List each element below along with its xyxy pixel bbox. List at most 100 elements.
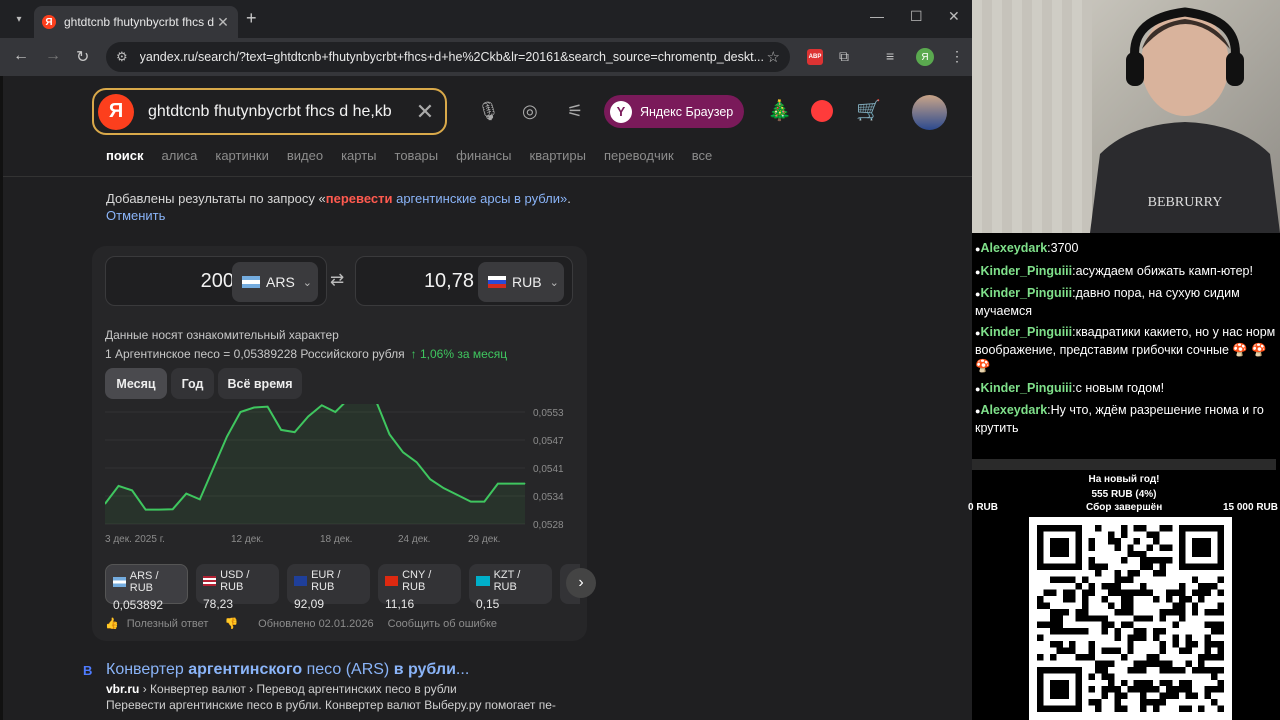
address-bar[interactable]: ⚙ yandex.ru/search/?text=ghtdtcnb+fhutyn… [106, 42, 790, 72]
chart-point[interactable] [497, 483, 499, 485]
pair-cny-rub[interactable]: CNY / RUB 11,16 [378, 564, 461, 611]
back-icon[interactable]: ← [13, 47, 29, 65]
from-amount[interactable]: 200 [201, 270, 234, 293]
adblock-icon[interactable]: ABP [807, 49, 823, 65]
chart-point[interactable] [199, 498, 201, 500]
result-title-link[interactable]: Конвертер аргентинского песо (ARS) в руб… [106, 661, 469, 679]
notice-query[interactable]: аргентинские арсы в рубли» [392, 191, 567, 206]
window-close-icon[interactable]: ✕ [948, 8, 960, 25]
qr-module [1204, 692, 1212, 700]
pair-kzt-rub[interactable]: KZT / RUB 0,15 [469, 564, 552, 611]
reload-icon[interactable]: ↻ [76, 47, 89, 67]
alice-icon[interactable] [811, 100, 833, 122]
chart-point[interactable] [172, 508, 174, 510]
browser-tab-active[interactable]: Я ghtdtcnb fhutynbycrbt fhcs d he,kb ✕ [34, 6, 238, 38]
pair-usd-rub[interactable]: USD / RUB 78,23 [196, 564, 279, 611]
pair-ars-rub[interactable]: ARS / RUB 0,053892 [105, 564, 188, 612]
chart-point[interactable] [145, 509, 147, 511]
filters-icon[interactable]: ⚟ [567, 101, 583, 122]
cart-icon[interactable]: 🛒 [856, 98, 881, 123]
chart-point[interactable] [389, 433, 391, 435]
to-amount-field[interactable]: 10,78 RUB ⌄ [355, 256, 573, 306]
tab-maps[interactable]: карты [341, 148, 376, 163]
chart-point[interactable] [294, 431, 296, 433]
tab-search-icon[interactable]: ▾ [8, 9, 30, 29]
chart-point[interactable] [158, 509, 160, 511]
chart-point[interactable] [416, 461, 418, 463]
result-breadcrumb[interactable]: vbr.ru › Конвертер валют › Перевод арген… [106, 682, 457, 696]
chart-point[interactable] [253, 407, 255, 409]
profile-avatar[interactable]: Я [916, 48, 934, 66]
user-avatar[interactable] [912, 95, 947, 130]
chart-point[interactable] [334, 411, 336, 413]
period-month-button[interactable]: Месяц [105, 368, 167, 399]
period-all-button[interactable]: Всё время [218, 368, 302, 399]
from-amount-field[interactable]: 200 ARS ⌄ [105, 256, 327, 306]
rate-chart[interactable]: 0,0553 0,0547 0,0541 0,0534 0,0528 3 дек. 202… [105, 404, 585, 544]
chart-point[interactable] [239, 411, 241, 413]
extensions-icon[interactable]: ⧉ [839, 48, 849, 65]
search-input[interactable]: ghtdtcnb fhutynbycrbt fhcs d he,kb [148, 103, 405, 121]
chart-point[interactable] [307, 415, 309, 417]
qr-module [1095, 563, 1102, 571]
swap-currencies-icon[interactable]: ⇄ [330, 270, 344, 290]
chart-point[interactable] [131, 489, 133, 491]
qr-module [1165, 660, 1173, 667]
tab-close-icon[interactable]: ✕ [216, 14, 230, 31]
chart-point[interactable] [267, 406, 269, 408]
minimize-icon[interactable]: — [870, 8, 884, 24]
tab-products[interactable]: товары [395, 148, 439, 163]
bookmark-star-icon[interactable]: ☆ [767, 48, 780, 66]
yandex-logo[interactable]: Я [98, 93, 134, 130]
tab-finance[interactable]: финансы [456, 148, 511, 163]
cancel-correction-link[interactable]: Отменить [106, 208, 165, 223]
tab-video[interactable]: видео [287, 148, 323, 163]
chart-point[interactable] [524, 483, 526, 485]
period-year-button[interactable]: Год [171, 368, 214, 399]
chart-point[interactable] [456, 494, 458, 496]
chart-point[interactable] [429, 478, 431, 480]
chart-point[interactable] [470, 501, 472, 503]
chart-point[interactable] [280, 429, 282, 431]
christmas-tree-icon[interactable]: 🎄 [767, 98, 792, 123]
helpful-label[interactable]: Полезный ответ [127, 618, 209, 630]
to-currency-select[interactable]: RUB ⌄ [478, 262, 564, 302]
x-tick-label: 18 дек. [320, 534, 352, 544]
report-error-link[interactable]: Сообщить об ошибке [388, 618, 497, 630]
exchange-rate-line: 1 Аргентинское песо = 0,05389228 Российс… [105, 347, 507, 361]
clear-search-icon[interactable]: ✕ [405, 99, 445, 125]
tab-all[interactable]: все [692, 148, 713, 163]
chart-point[interactable] [510, 483, 512, 485]
menu-icon[interactable]: ⋮ [950, 48, 964, 65]
maximize-icon[interactable]: ☐ [910, 8, 923, 25]
camera-search-icon[interactable]: ◎ [522, 101, 538, 122]
qr-module [1069, 576, 1076, 584]
chart-point[interactable] [443, 487, 445, 489]
thumbs-down-icon[interactable]: 👎 [224, 617, 238, 630]
chart-point[interactable] [321, 404, 323, 406]
chart-point[interactable] [118, 485, 120, 487]
next-pairs-button[interactable]: › [566, 568, 596, 598]
reading-list-icon[interactable]: ≡ [886, 48, 894, 64]
chart-point[interactable] [212, 467, 214, 469]
chart-point[interactable] [402, 451, 404, 453]
tab-alice[interactable]: алиса [162, 148, 198, 163]
qr-module [1140, 660, 1147, 667]
chart-point[interactable] [226, 436, 228, 438]
to-amount[interactable]: 10,78 [424, 270, 474, 293]
search-box[interactable]: Я ghtdtcnb fhutynbycrbt fhcs d he,kb ✕ [92, 88, 447, 135]
pair-eur-rub[interactable]: EUR / RUB 92,09 [287, 564, 370, 611]
tab-apartments[interactable]: квартиры [530, 148, 586, 163]
chart-point[interactable] [185, 493, 187, 495]
tab-search[interactable]: поиск [106, 148, 144, 163]
tab-translator[interactable]: переводчик [604, 148, 674, 163]
tab-images[interactable]: картинки [215, 148, 269, 163]
forward-icon[interactable]: → [45, 47, 61, 65]
from-currency-select[interactable]: ARS ⌄ [232, 262, 318, 302]
new-tab-icon[interactable]: + [246, 8, 257, 29]
thumbs-up-icon[interactable]: 👍 [105, 617, 119, 630]
site-info-icon[interactable]: ⚙ [116, 49, 128, 65]
yandex-browser-button[interactable]: Y Яндекс Браузер [604, 95, 744, 128]
chart-point[interactable] [483, 501, 485, 503]
microphone-icon[interactable]: 🎙 [477, 101, 500, 122]
